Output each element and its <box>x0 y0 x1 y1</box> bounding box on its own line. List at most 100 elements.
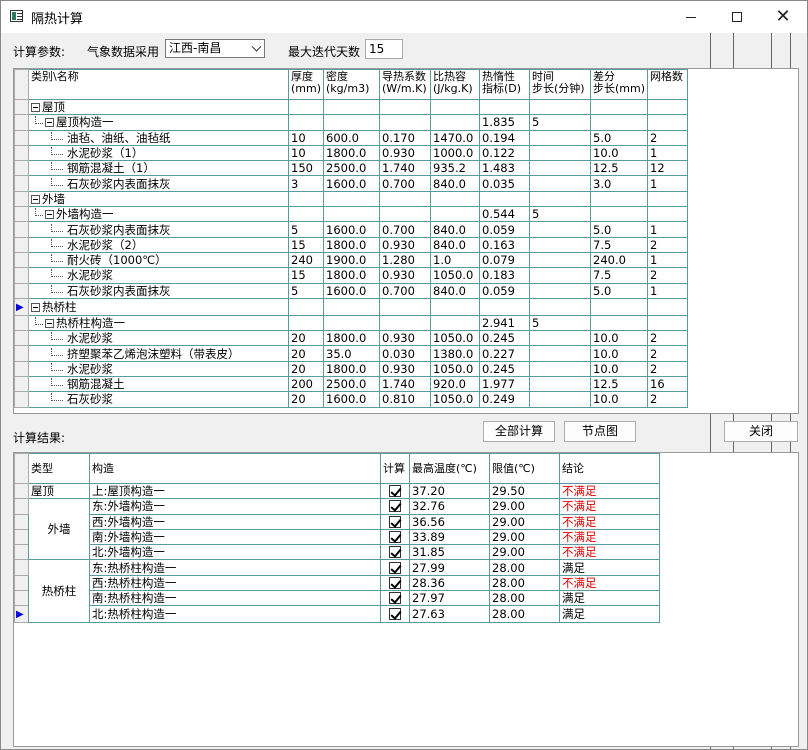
table-row[interactable]: 西:热桥柱构造一 28.36 28.00 不满足 <box>14 574 660 592</box>
row-header[interactable] <box>14 513 29 530</box>
data-cell[interactable]: 1800.0 <box>323 267 381 284</box>
data-cell[interactable]: 920.0 <box>430 376 481 393</box>
data-cell[interactable]: 1050.0 <box>430 360 481 378</box>
name-cell[interactable]: 热桥柱构造一 <box>28 314 289 332</box>
data-cell[interactable]: 200 <box>287 376 325 393</box>
collapse-icon[interactable] <box>31 103 40 113</box>
name-cell[interactable]: 热桥柱 <box>28 297 289 316</box>
data-cell[interactable]: 0.079 <box>479 251 531 269</box>
row-header[interactable] <box>14 129 29 146</box>
data-cell[interactable]: 240 <box>287 251 325 269</box>
column-header[interactable]: 密度 (kg/m3) <box>323 69 381 100</box>
checkbox-checked[interactable] <box>389 546 401 559</box>
checkbox-checked[interactable] <box>389 515 401 528</box>
data-cell[interactable]: 0.245 <box>479 330 531 347</box>
row-header[interactable] <box>14 114 29 131</box>
data-cell[interactable] <box>529 236 592 253</box>
data-cell[interactable]: 1800.0 <box>323 144 381 162</box>
calc-checkbox-cell[interactable] <box>380 590 410 607</box>
table-row[interactable]: 外墙构造一 0.544 5 <box>14 206 693 223</box>
data-cell[interactable] <box>529 360 592 378</box>
name-cell[interactable]: 钢筋混凝土 <box>28 376 289 393</box>
row-header[interactable] <box>14 236 29 253</box>
data-cell[interactable]: 5.0 <box>590 282 649 299</box>
data-cell[interactable]: 600.0 <box>323 129 381 146</box>
data-cell[interactable]: 0.700 <box>379 221 432 238</box>
table-row[interactable]: 石灰砂浆内表面抹灰 5 1600.0 0.700 840.0 0.059 5.0 1 <box>14 282 693 299</box>
table-row[interactable]: 水泥砂浆（2） 15 1800.0 0.930 840.0 0.163 7.5 2 <box>14 236 693 253</box>
data-cell[interactable]: 20 <box>287 391 325 408</box>
data-cell[interactable] <box>529 330 592 347</box>
table-row[interactable]: ▶ 北:热桥柱构造一 27.63 28.00 满足 <box>14 605 660 624</box>
column-header[interactable]: 限值(℃) <box>489 453 560 484</box>
data-cell[interactable] <box>647 297 689 316</box>
data-cell[interactable] <box>287 297 325 316</box>
table-row[interactable]: 南:热桥柱构造一 27.97 28.00 满足 <box>14 590 660 607</box>
table-row[interactable]: 石灰砂浆内表面抹灰 5 1600.0 0.700 840.0 0.059 5.0 1 <box>14 221 693 238</box>
checkbox-checked[interactable] <box>389 561 401 574</box>
column-header[interactable]: 网格数 <box>647 69 689 100</box>
calc-checkbox-cell[interactable] <box>380 513 410 530</box>
table-row[interactable]: 西:外墙构造一 36.56 29.00 不满足 <box>14 513 660 530</box>
materials-grid[interactable]: 类别\名称 厚度 (mm) 密度 (kg/m3) 导热系数 (W/m.K) 比热容 (J… <box>13 68 799 414</box>
table-row[interactable]: 钢筋混凝土 200 2500.0 1.740 920.0 1.977 12.5 16 <box>14 376 693 393</box>
data-cell[interactable]: 2 <box>647 330 689 347</box>
row-header[interactable] <box>14 590 29 607</box>
data-cell[interactable]: 0.170 <box>379 129 432 146</box>
data-cell[interactable]: 0.249 <box>479 391 531 408</box>
data-cell[interactable] <box>379 190 432 208</box>
data-cell[interactable]: 2 <box>647 391 689 408</box>
row-header[interactable] <box>14 528 29 546</box>
data-cell[interactable] <box>379 314 432 332</box>
calc-checkbox-cell[interactable] <box>380 528 410 546</box>
data-cell[interactable] <box>529 297 592 316</box>
collapse-icon[interactable] <box>31 194 40 204</box>
data-cell[interactable]: 0.930 <box>379 236 432 253</box>
data-cell[interactable] <box>287 190 325 208</box>
data-cell[interactable] <box>590 98 649 116</box>
table-row[interactable]: 石灰砂浆 20 1600.0 0.810 1050.0 0.249 10.0 2 <box>14 391 693 408</box>
data-cell[interactable]: 0.059 <box>479 221 531 238</box>
data-cell[interactable] <box>529 160 592 177</box>
data-cell[interactable] <box>590 114 649 131</box>
name-cell[interactable]: 屋顶构造一 <box>28 114 289 131</box>
table-row[interactable]: 钢筋混凝土（1） 150 2500.0 1.740 935.2 1.483 12.5 12 <box>14 160 693 177</box>
data-cell[interactable]: 0.700 <box>379 282 432 299</box>
data-cell[interactable]: 15 <box>287 267 325 284</box>
name-cell[interactable]: 屋顶 <box>28 98 289 116</box>
name-cell[interactable]: 石灰砂浆内表面抹灰 <box>28 221 289 238</box>
checkbox-checked[interactable] <box>389 576 401 589</box>
data-cell[interactable] <box>647 206 689 223</box>
data-cell[interactable] <box>323 206 381 223</box>
name-cell[interactable]: 挤塑聚苯乙烯泡沫塑料（带表皮） <box>28 345 289 362</box>
data-cell[interactable]: 1.835 <box>479 114 531 131</box>
data-cell[interactable]: 10.0 <box>590 345 649 362</box>
max-days-input[interactable]: 15 <box>365 39 403 59</box>
data-cell[interactable] <box>529 144 592 162</box>
data-cell[interactable]: 5 <box>529 206 592 223</box>
data-cell[interactable]: 1380.0 <box>430 345 481 362</box>
data-cell[interactable]: 1600.0 <box>323 282 381 299</box>
data-cell[interactable]: 5.0 <box>590 129 649 146</box>
data-cell[interactable]: 840.0 <box>430 236 481 253</box>
checkbox-checked[interactable] <box>389 485 401 498</box>
table-row[interactable]: 热桥柱 东:热桥柱构造一 27.99 28.00 满足 <box>14 559 660 624</box>
data-cell[interactable]: 0.810 <box>379 391 432 408</box>
table-row[interactable]: 耐火砖（1000℃） 240 1900.0 1.280 1.0 0.079 240.0 1 <box>14 251 693 269</box>
data-cell[interactable]: 16 <box>647 376 689 393</box>
data-cell[interactable]: 10.0 <box>590 360 649 378</box>
data-cell[interactable]: 1 <box>647 175 689 192</box>
maximize-button[interactable] <box>714 1 760 33</box>
data-cell[interactable] <box>323 98 381 116</box>
data-cell[interactable]: 1.740 <box>379 376 432 393</box>
data-cell[interactable] <box>430 314 481 332</box>
name-cell[interactable]: 水泥砂浆 <box>28 267 289 284</box>
calc-checkbox-cell[interactable] <box>380 498 410 515</box>
name-cell[interactable]: 水泥砂浆 <box>28 360 289 378</box>
data-cell[interactable] <box>590 206 649 223</box>
row-header[interactable] <box>14 160 29 177</box>
data-cell[interactable] <box>647 98 689 116</box>
data-cell[interactable]: 0.059 <box>479 282 531 299</box>
title-bar[interactable]: 隔热计算 ✕ <box>1 1 807 33</box>
checkbox-checked[interactable] <box>389 592 401 605</box>
